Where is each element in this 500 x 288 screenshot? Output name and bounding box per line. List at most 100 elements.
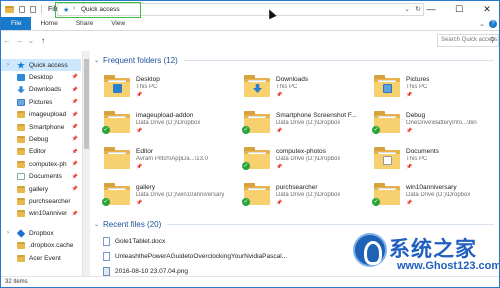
star-icon: ★	[63, 7, 70, 14]
sidebar-item-acer-event[interactable]: Acer Event	[1, 252, 81, 264]
chevron-down-icon[interactable]: ⌄	[94, 57, 99, 64]
folder-location: OneDrive\BatteryInfo...\bin	[406, 120, 477, 126]
folder-tile[interactable]: ✓ imageupload-addon Data Drive (D:)\Dropbo…	[94, 107, 224, 137]
sidebar-item-smartphone[interactable]: Smartphone 📌	[1, 121, 81, 133]
sidebar-item-label: Debug	[29, 135, 49, 143]
folder-tile[interactable]: Pictures This PC 📌	[364, 71, 494, 101]
expand-ribbon-button[interactable]: ⌄	[475, 20, 489, 28]
divider	[183, 60, 494, 61]
sidebar-item-gallery[interactable]: gallery 📌	[1, 183, 81, 195]
back-button[interactable]: ←	[1, 36, 13, 45]
sidebar-item-label: win10anniver	[29, 210, 68, 218]
sidebar-item-imageupload[interactable]: imageupload 📌	[1, 109, 81, 121]
folder-tile[interactable]: ✓ win10anniversary Data Drive (D:)\Dropbox…	[364, 179, 494, 209]
recent-file-row[interactable]: UnleashthePowerAGuidetoOverclockingYourN…	[103, 251, 287, 262]
sidebar-item-dropbox-cache[interactable]: .dropbox.cache	[1, 240, 81, 252]
dropbox-icon	[16, 228, 26, 238]
scrollbar-thumb[interactable]	[84, 59, 89, 149]
folder-icon	[17, 185, 25, 193]
sidebar-item-quick-access[interactable]: › Quick access	[1, 59, 81, 71]
recent-locations-button[interactable]: ⌄	[25, 36, 37, 45]
up-button[interactable]: ↑	[37, 36, 49, 45]
sidebar-item-computex-ph[interactable]: computex-ph 📌	[1, 158, 81, 170]
properties-icon[interactable]	[19, 5, 25, 13]
sidebar-item-editor[interactable]: Editor 📌	[1, 146, 81, 158]
maximize-button[interactable]: ☐	[445, 1, 473, 17]
nav-scrollbar[interactable]	[83, 51, 90, 276]
ribbon-tabs: File Home Share View ⌄ ?	[1, 17, 499, 31]
folder-icon	[17, 160, 25, 168]
help-button[interactable]: ?	[489, 20, 497, 28]
folder-icon: ✓	[242, 183, 270, 206]
address-path[interactable]: Quick access	[81, 6, 120, 13]
sync-check-icon: ✓	[242, 126, 250, 134]
search-input[interactable]: Search Quick access ⚲	[437, 34, 499, 47]
new-folder-icon[interactable]	[30, 5, 36, 13]
sidebar-item-documents[interactable]: Documents 📌	[1, 171, 81, 183]
sidebar-item-label: Desktop	[29, 73, 53, 81]
chevron-down-icon[interactable]: ⌄	[94, 221, 99, 228]
chevron-down-icon[interactable]: ⌄	[404, 5, 410, 13]
folder-tile[interactable]: ✓ purchsearcher Data Drive (D:)\Dropbox 📌	[234, 179, 364, 209]
folder-tile[interactable]: ✓ Debug OneDrive\BatteryInfo...\bin 📌	[364, 107, 494, 137]
folder-tile[interactable]: ✓ gallery Data Drive (D:)\win10anniversary…	[94, 179, 224, 209]
folder-tile[interactable]: Desktop This PC 📌	[94, 71, 224, 101]
sidebar-item-label: Documents	[29, 173, 62, 181]
recent-file-name: Gole1Tablet.docx	[115, 238, 166, 245]
sidebar-item-label: Quick access	[29, 61, 68, 69]
tab-home[interactable]: Home	[31, 17, 66, 30]
expand-chevron-icon[interactable]: ›	[7, 62, 9, 68]
folder-tile[interactable]: ✓ Smartphone Screenshot F... Data Drive (D…	[234, 107, 364, 137]
documents-icon	[17, 173, 25, 181]
recent-file-name: 2016-08-10 23.07.04.png	[115, 268, 189, 275]
sidebar-item-label: purchsearcher	[29, 197, 71, 205]
tab-share[interactable]: Share	[67, 17, 102, 30]
folder-location: This PC	[136, 84, 158, 90]
folder-icon: ✓	[102, 183, 130, 206]
sidebar-item-label: Dropbox	[29, 229, 54, 237]
forward-button[interactable]: →	[13, 36, 25, 45]
sidebar-item-downloads[interactable]: Downloads 📌	[1, 84, 81, 96]
sidebar-item-pictures[interactable]: Pictures 📌	[1, 96, 81, 108]
folder-location: Data Drive (D:)\Dropbox	[136, 120, 201, 126]
search-icon[interactable]: ⚲	[490, 36, 495, 44]
recent-files-title: Recent files (20)	[103, 220, 162, 229]
tab-view[interactable]: View	[102, 17, 134, 30]
pin-icon: 📌	[71, 161, 78, 168]
recent-files-header[interactable]: ⌄ Recent files (20)	[94, 220, 494, 229]
address-row: ← → ⌄ ↑	[1, 32, 499, 49]
chevron-right-icon[interactable]: ›	[73, 5, 75, 12]
folder-name: Editor	[136, 148, 153, 155]
refresh-icon[interactable]: ↻	[415, 5, 421, 13]
sidebar-item-desktop[interactable]: Desktop 📌	[1, 71, 81, 83]
expand-chevron-icon[interactable]: ›	[7, 230, 9, 236]
folder-icon	[104, 75, 130, 97]
sync-check-icon: ✓	[372, 126, 380, 134]
document-file-icon	[103, 252, 110, 261]
pin-icon: 📌	[71, 124, 78, 130]
sidebar-item-label: .dropbox.cache	[29, 242, 74, 250]
folder-location: Data Drive (D:)\Dropbox	[276, 156, 341, 162]
sidebar-item-dropbox[interactable]: › Dropbox	[1, 227, 81, 239]
recent-file-row[interactable]: 2016-08-10 23.07.04.png	[103, 266, 188, 276]
folder-tile[interactable]: Editor Avram Piltch\AppDa...\13.0 📌	[94, 143, 224, 173]
pin-icon: 📌	[71, 210, 78, 217]
pin-icon: 📌	[406, 128, 413, 134]
pin-icon: 📌	[406, 92, 413, 98]
sidebar-item-win10anniver[interactable]: win10anniver 📌	[1, 208, 81, 220]
sidebar-item-purchsearcher[interactable]: purchsearcher	[1, 195, 81, 207]
pin-icon: 📌	[276, 92, 283, 98]
folder-tile[interactable]: Downloads This PC 📌	[234, 71, 364, 101]
folder-tile[interactable]: ✓ computex-photos Data Drive (D:)\Dropbox 📌	[234, 143, 364, 173]
tab-file[interactable]: File	[1, 17, 32, 30]
sidebar-item-debug[interactable]: Debug 📌	[1, 133, 81, 145]
sync-check-icon: ✓	[242, 198, 250, 206]
frequent-folders-header[interactable]: ⌄ Frequent folders (12)	[94, 56, 494, 65]
folder-icon	[17, 111, 25, 119]
sync-check-icon: ✓	[102, 198, 110, 206]
recent-file-row[interactable]: Gole1Tablet.docx	[103, 236, 165, 247]
pin-icon: 📌	[71, 173, 78, 180]
close-button[interactable]: ✕	[473, 1, 499, 17]
address-bar[interactable]: ★ › Quick access ⌄ ↻	[55, 2, 424, 18]
folder-tile[interactable]: Documents This PC 📌	[364, 143, 494, 173]
